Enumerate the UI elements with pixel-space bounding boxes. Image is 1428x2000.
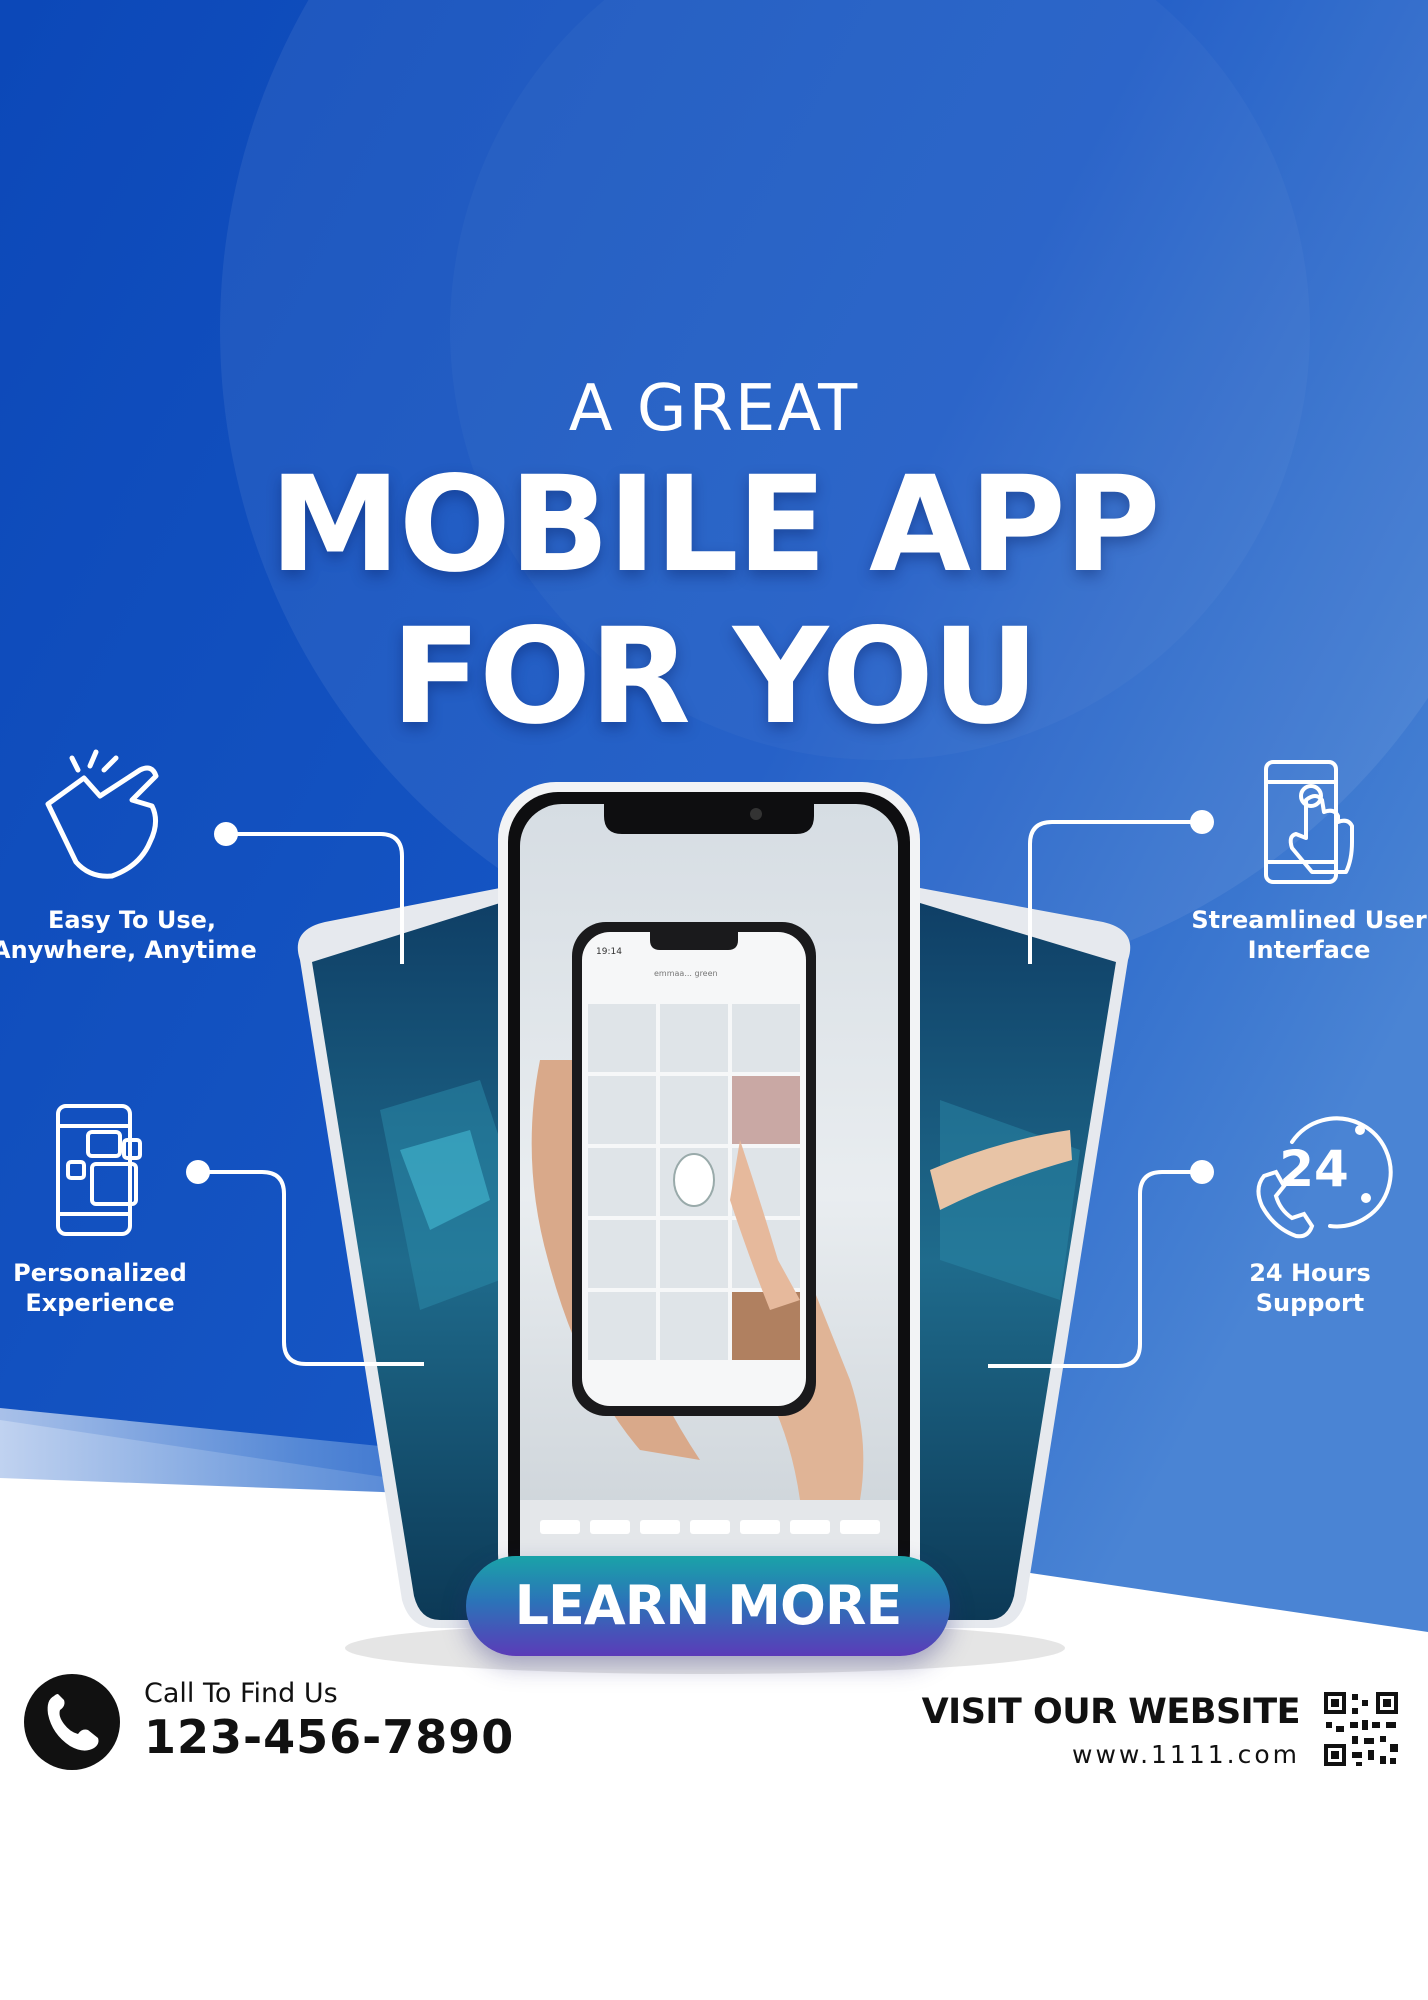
inner-phone-profile: emmaa... green [654,969,718,978]
feature-easy-line2: Anywhere, Anytime [0,936,257,964]
feature-streamlined-line1: Streamlined User [1191,906,1427,934]
phone-icon [47,1694,99,1751]
connector-dot-streamlined [1190,810,1214,834]
learn-more-button[interactable]: LEARN MORE [466,1556,950,1656]
feature-streamlined-line2: Interface [1247,936,1371,964]
connector-dot-easy [214,822,238,846]
left-phone [297,888,500,1628]
contact-caption: Call To Find Us [144,1678,338,1709]
feature-personalized-line1: Personalized [13,1259,187,1287]
touch-phone-icon [1264,760,1354,884]
feature-streamlined-label: Streamlined User Interface [1190,905,1428,965]
main-phone: 19:14 emmaa... green [498,782,920,1612]
support-icon-number: 24 [1279,1140,1349,1198]
feature-support-label: 24 Hours Support [1210,1258,1410,1318]
inner-phone-time: 19:14 [596,947,622,957]
visit-website-title: VISIT OUR WEBSITE [921,1692,1301,1732]
website-url[interactable]: www.1111.com [1072,1740,1300,1769]
poster: A GREAT MOBILE APP FOR YOU 19:14 emmaa..… [0,0,1428,2000]
feature-support-line1: 24 Hours [1249,1259,1371,1287]
right-phone [920,888,1131,1628]
feature-personalized-label: Personalized Experience [0,1258,200,1318]
feature-easy-label: Easy To Use, Anywhere, Anytime [0,905,257,965]
feature-easy-line1: Easy To Use, [47,906,217,934]
phone-icon-circle[interactable] [24,1674,120,1770]
connector-dot-support [1190,1160,1214,1184]
feature-support-line2: Support [1255,1289,1365,1317]
phone-widgets-icon [56,1104,142,1236]
contact-phone-number[interactable]: 123-456-7890 [144,1710,514,1764]
qr-code-icon [1322,1690,1400,1768]
tap-gesture-icon [45,749,159,879]
feature-personalized-line2: Experience [25,1289,175,1317]
connector-dot-personalized [186,1160,210,1184]
